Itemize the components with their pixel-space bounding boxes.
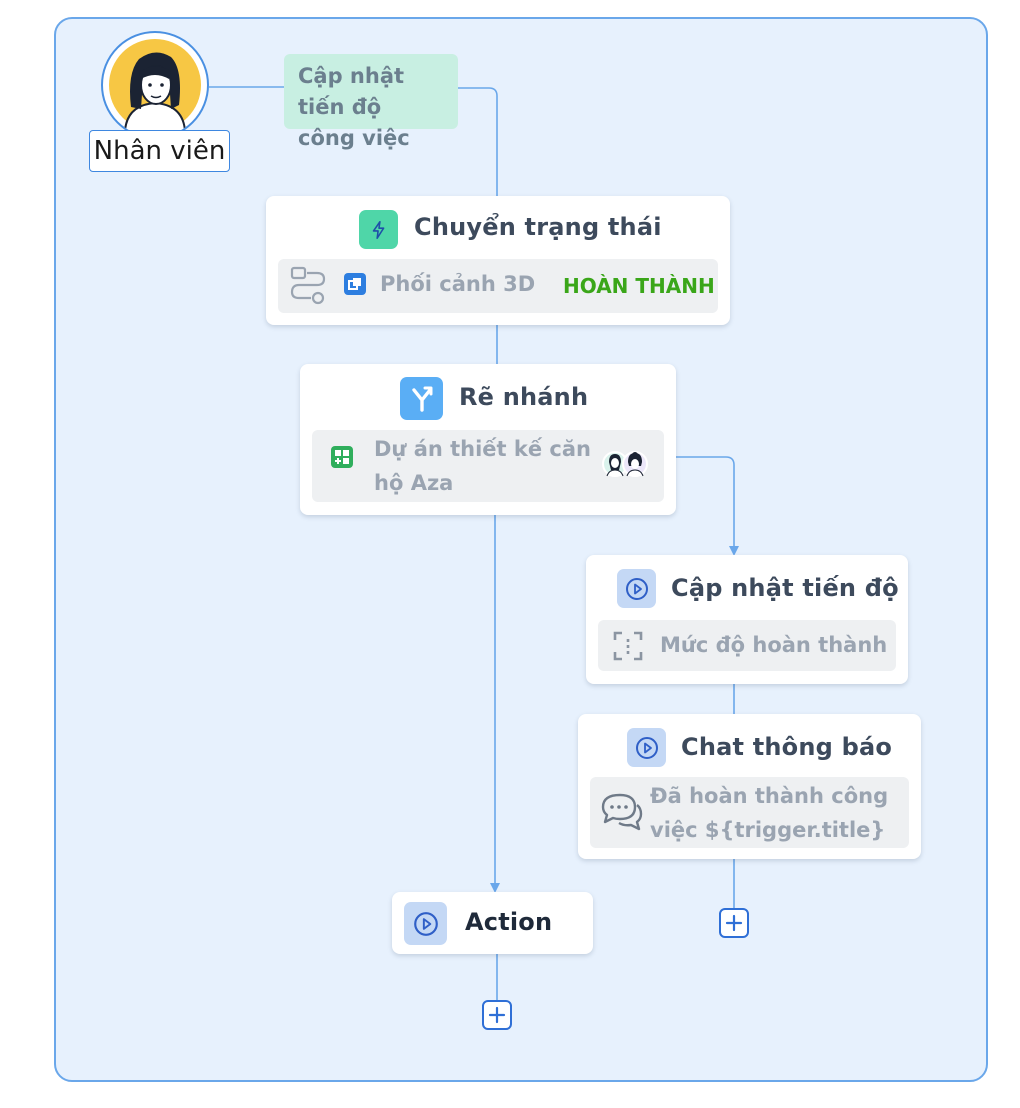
node-title: Chat thông báo (681, 733, 893, 761)
node-title: Action (465, 908, 553, 936)
chat-bubbles-icon (599, 791, 643, 837)
node-title: Cập nhật tiến độ (671, 574, 899, 602)
add-step-button[interactable] (482, 1000, 512, 1030)
play-icon (627, 728, 666, 767)
copy-icon (344, 273, 366, 295)
play-icon (617, 569, 656, 608)
node-detail: Dự án thiết kế căn hộ Aza (312, 430, 664, 502)
node-detail-text: Mức độ hoàn thành (660, 633, 888, 657)
node-detail: Mức độ hoàn thành (598, 620, 896, 671)
branch-icon (400, 377, 443, 420)
node-detail-text: Đã hoàn thành công việc ${trigger.title} (650, 784, 889, 842)
node-title: Rẽ nhánh (459, 383, 589, 411)
workflow-steps-icon (289, 265, 329, 311)
actor-label: Nhân viên (89, 130, 230, 172)
assignee-avatars[interactable] (601, 450, 651, 478)
chat-notify-node[interactable]: Chat thông báo Đã hoàn thành công việc $… (578, 714, 921, 859)
branch-node[interactable]: Rẽ nhánh Dự án thiết kế căn hộ Aza (300, 364, 676, 515)
actor-avatar[interactable] (101, 31, 209, 139)
plus-icon (725, 914, 743, 932)
table-add-icon (331, 446, 353, 468)
play-icon (404, 902, 447, 945)
lightning-icon (359, 210, 398, 249)
node-detail-text: Dự án thiết kế căn hộ Aza (374, 437, 591, 495)
node-detail: Đã hoàn thành công việc ${trigger.title} (590, 777, 909, 848)
plus-icon (488, 1006, 506, 1024)
scan-frame-icon (612, 630, 644, 666)
node-detail: Phối cảnh 3D HOÀN THÀNH (278, 259, 718, 313)
add-step-button[interactable] (719, 908, 749, 938)
person-avatar-icon (109, 39, 201, 132)
update-progress-node[interactable]: Cập nhật tiến độ Mức độ hoàn thành (586, 555, 908, 684)
status-change-node[interactable]: Chuyển trạng thái Phối cảnh 3D HOÀN THÀN… (266, 196, 730, 325)
node-detail-text: Phối cảnh 3D (380, 272, 536, 296)
node-title: Chuyển trạng thái (414, 213, 662, 241)
action-node[interactable]: Action (392, 892, 593, 954)
trigger-event-label[interactable]: Cập nhật tiến độ công việc (284, 54, 458, 150)
status-badge: HOÀN THÀNH (563, 274, 715, 298)
